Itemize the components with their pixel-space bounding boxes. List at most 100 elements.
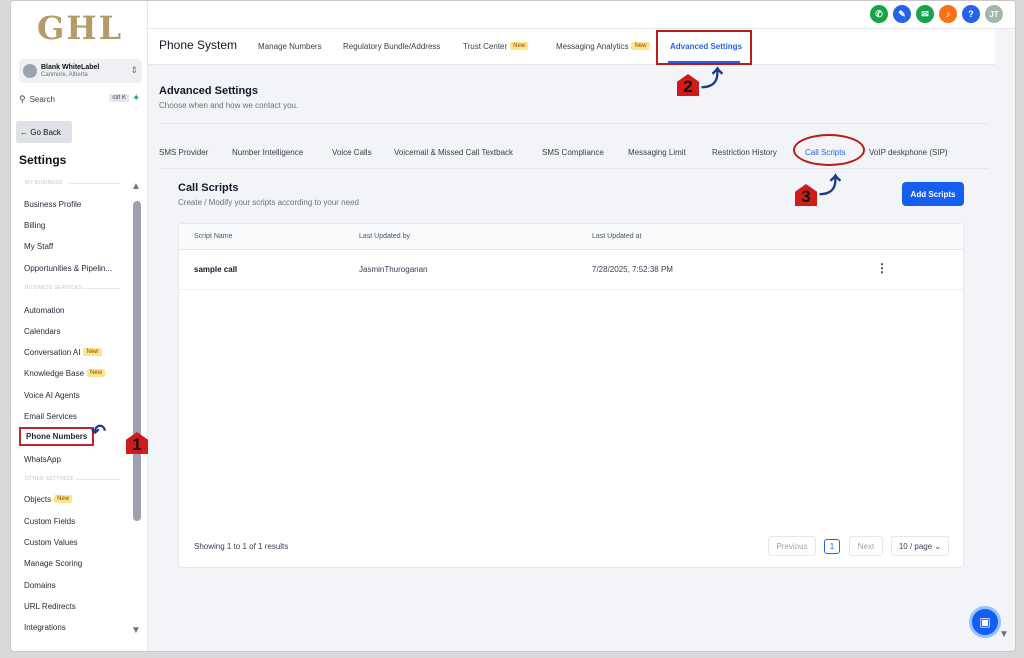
sidebar-item-email-services[interactable]: Email Services — [24, 412, 77, 421]
call-scripts-title: Call Scripts — [178, 182, 239, 194]
annotation-step-2: 2 — [677, 74, 699, 96]
help-icon[interactable]: ? — [962, 5, 980, 23]
more-options-icon[interactable]: ⋮ — [876, 261, 888, 275]
annotation-highlight-2 — [656, 30, 752, 65]
sidebar-item-calendars[interactable]: Calendars — [24, 327, 60, 336]
subtab-voice-calls[interactable]: Voice Calls — [332, 148, 372, 157]
account-switcher[interactable]: Blank WhiteLabel Canmore, Alberta ⇕ — [19, 59, 142, 83]
sidebar-item-integrations[interactable]: Integrations — [24, 623, 66, 632]
sidebar: GHL Blank WhiteLabel Canmore, Alberta ⇕ … — [11, 1, 148, 651]
subtab-voicemail[interactable]: Voicemail & Missed Call Textback — [394, 148, 513, 157]
sidebar-item-knowledge-base[interactable]: Knowledge Base New — [24, 369, 106, 378]
section-subtitle: Choose when and how we contact you. — [159, 101, 299, 110]
section-label-other-settings: OTHER SETTINGS — [25, 476, 74, 482]
column-header-updated-at: Last Updated at — [592, 233, 642, 240]
scroll-up-arrow-icon[interactable]: ▲ — [131, 181, 141, 192]
annotation-arrow-3: ⤴ — [819, 173, 842, 198]
sidebar-item-voice-ai-agents[interactable]: Voice AI Agents — [24, 391, 80, 400]
section-divider — [83, 288, 121, 289]
updated-by-cell: JasminThuroganan — [359, 265, 428, 274]
subtab-voip-deskphone[interactable]: VoIP deskphone (SIP) — [869, 148, 948, 157]
annotation-arrow-2: ⤴ — [701, 66, 724, 91]
new-badge: New — [54, 495, 73, 503]
sidebar-item-manage-scoring[interactable]: Manage Scoring — [24, 559, 82, 568]
tab-label: Messaging Analytics — [556, 42, 629, 51]
annotation-step-3: 3 — [795, 184, 817, 206]
tab-messaging-analytics[interactable]: Messaging Analytics New — [556, 42, 650, 51]
new-badge: New — [87, 369, 106, 377]
table-row[interactable]: sample call JasminThuroganan 7/28/2025, … — [179, 250, 963, 290]
next-page-button[interactable]: Next — [849, 536, 883, 556]
sidebar-item-business-profile[interactable]: Business Profile — [24, 200, 81, 209]
sidebar-item-custom-fields[interactable]: Custom Fields — [24, 517, 75, 526]
sidebar-item-label: Objects — [24, 495, 52, 504]
tab-label: Trust Center — [463, 42, 508, 51]
sidebar-item-my-staff[interactable]: My Staff — [24, 242, 53, 251]
sidebar-item-custom-values[interactable]: Custom Values — [24, 538, 78, 547]
chevron-updown-icon: ⇕ — [130, 65, 138, 75]
subtab-messaging-limit[interactable]: Messaging Limit — [628, 148, 686, 157]
results-count: Showing 1 to 1 of 1 results — [194, 542, 289, 551]
top-icons: ✆ ✎ ✉ ♪ ? JT — [870, 5, 1003, 23]
sidebar-item-phone-numbers[interactable]: Phone Numbers — [19, 427, 95, 446]
new-badge: New — [510, 42, 529, 50]
settings-heading: Settings — [19, 153, 67, 167]
app-window: GHL Blank WhiteLabel Canmore, Alberta ⇕ … — [10, 0, 1016, 652]
section-divider — [69, 183, 121, 184]
scroll-down-arrow-icon[interactable]: ▼ — [999, 629, 1009, 640]
column-header-updated-by: Last Updated by — [359, 233, 410, 240]
previous-page-button[interactable]: Previous — [768, 536, 816, 556]
tabs-divider — [159, 168, 989, 169]
subtab-number-intelligence[interactable]: Number Intelligence — [232, 148, 303, 157]
search-icon: ⚲ — [19, 94, 26, 104]
column-header-script-name: Script Name — [194, 233, 233, 240]
search-bar[interactable]: ⚲ Search ctrl K — [19, 91, 129, 108]
bell-icon[interactable]: ♪ — [939, 5, 957, 23]
new-badge: New — [83, 348, 102, 356]
call-scripts-table: Script Name Last Updated by Last Updated… — [178, 223, 964, 568]
section-label-my-business: MY BUSINESS — [25, 180, 63, 186]
sidebar-item-billing[interactable]: Billing — [24, 221, 45, 230]
page-title: Phone System — [159, 38, 238, 52]
sidebar-item-opportunities[interactable]: Opportunities & Pipelin... — [24, 264, 112, 273]
magic-wand-icon[interactable]: ✎ — [893, 5, 911, 23]
megaphone-icon[interactable]: ✉ — [916, 5, 934, 23]
account-location: Canmore, Alberta — [41, 71, 88, 78]
sidebar-item-label: Conversation AI — [24, 348, 81, 357]
search-shortcut: ctrl K — [109, 94, 129, 102]
sparkle-icon[interactable]: ✦ — [132, 93, 140, 104]
call-scripts-subtitle: Create / Modify your scripts according t… — [178, 198, 359, 207]
sidebar-item-url-redirects[interactable]: URL Redirects — [24, 602, 76, 611]
account-name: Blank WhiteLabel — [41, 63, 100, 71]
page-number-button[interactable]: 1 — [824, 539, 840, 554]
go-back-button[interactable]: ← Go Back — [16, 121, 72, 143]
subtab-sms-compliance[interactable]: SMS Compliance — [542, 148, 604, 157]
sidebar-scrollbar[interactable] — [133, 201, 141, 521]
tab-manage-numbers[interactable]: Manage Numbers — [258, 42, 322, 51]
sidebar-item-objects[interactable]: Objects New — [24, 495, 73, 504]
sidebar-item-domains[interactable]: Domains — [24, 581, 56, 590]
subtab-sms-provider[interactable]: SMS Provider — [159, 148, 208, 157]
annotation-arrow-1: ↶ — [91, 421, 107, 441]
section-label-business-services: BUSINESS SERVICES — [25, 285, 82, 291]
scroll-down-arrow-icon[interactable]: ▼ — [131, 625, 141, 636]
chat-support-icon[interactable]: ▣ — [969, 606, 1001, 638]
phone-icon[interactable]: ✆ — [870, 5, 888, 23]
updated-at-cell: 7/28/2025, 7:52:38 PM — [592, 265, 673, 274]
search-label: Search — [29, 95, 55, 104]
sidebar-item-automation[interactable]: Automation — [24, 306, 64, 315]
annotation-highlight-3 — [793, 134, 865, 166]
tab-trust-center[interactable]: Trust Center New — [463, 42, 529, 51]
section-title: Advanced Settings — [159, 85, 259, 97]
sidebar-item-conversation-ai[interactable]: Conversation AI New — [24, 348, 102, 357]
script-name-cell[interactable]: sample call — [194, 265, 237, 274]
sidebar-item-whatsapp[interactable]: WhatsApp — [24, 455, 61, 464]
avatar[interactable]: JT — [985, 5, 1003, 23]
location-pin-icon — [23, 64, 37, 78]
add-scripts-button[interactable]: Add Scripts — [902, 182, 964, 206]
subtab-restriction-history[interactable]: Restriction History — [712, 148, 777, 157]
tab-regulatory-bundle[interactable]: Regulatory Bundle/Address — [343, 42, 440, 51]
phone-system-nav: Phone System Manage Numbers Regulatory B… — [148, 29, 995, 65]
page-size-select[interactable]: 10 / page ⌄ — [891, 536, 949, 556]
sidebar-item-label: Knowledge Base — [24, 369, 85, 378]
